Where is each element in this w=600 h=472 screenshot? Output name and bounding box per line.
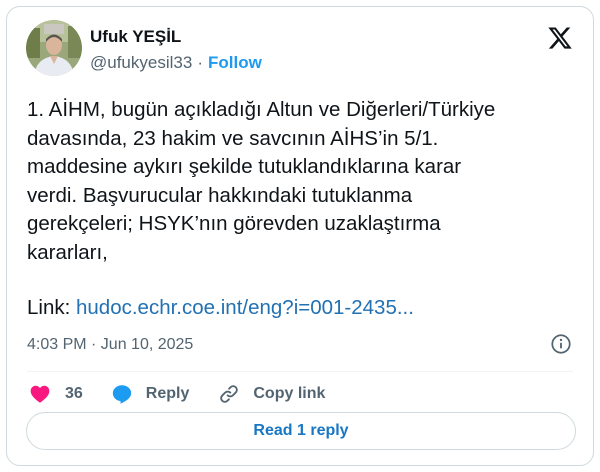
link-prefix: Link: [27, 296, 76, 319]
like-button[interactable]: 36 [29, 383, 83, 405]
tweet-link[interactable]: hudoc.echr.coe.int/eng?i=001-2435... [76, 296, 414, 319]
speech-bubble-icon [112, 385, 131, 404]
x-logo-icon[interactable] [547, 25, 573, 51]
reply-label: Reply [145, 385, 190, 402]
info-icon[interactable] [550, 333, 572, 355]
reply-button[interactable]: Reply [111, 383, 190, 405]
tweet-text: 1. AİHM, bugün açıkladığı Altun ve Diğer… [27, 98, 496, 264]
divider [27, 371, 573, 372]
tweet-card: Ufuk YEŞİL @ufukyesil33 · Follow 1. AİHM… [6, 6, 594, 466]
tweet-link-line: Link: hudoc.echr.coe.int/eng?i=001-2435.… [27, 294, 414, 322]
avatar-photo [26, 20, 82, 76]
like-count: 36 [65, 385, 83, 402]
read-replies-button[interactable]: Read 1 reply [26, 412, 576, 450]
follow-button[interactable]: Follow [208, 53, 262, 73]
author-handle[interactable]: @ufukyesil33 [90, 53, 192, 73]
author-name[interactable]: Ufuk YEŞİL [90, 27, 181, 47]
copy-link-label: Copy link [253, 385, 326, 402]
author-handle-row: @ufukyesil33 · Follow [90, 53, 262, 73]
tweet-timestamp[interactable]: 4:03 PM · Jun 10, 2025 [27, 336, 193, 354]
action-bar: 36 Reply Copy link [29, 379, 325, 409]
heart-icon [30, 385, 50, 403]
link-icon [220, 385, 239, 403]
avatar[interactable] [26, 20, 82, 76]
copy-link-button[interactable]: Copy link [218, 383, 325, 405]
separator-dot: · [197, 53, 203, 72]
